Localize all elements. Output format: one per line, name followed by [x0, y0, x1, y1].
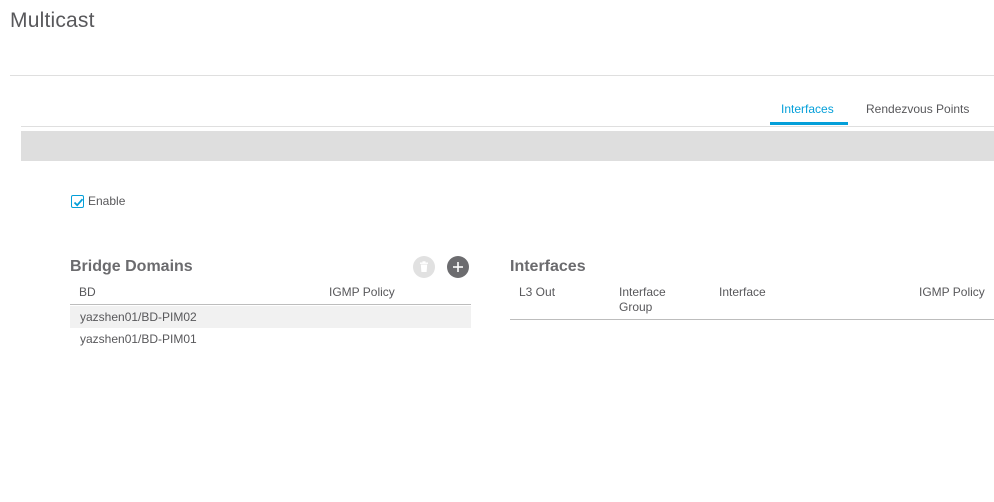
l3-out-column-header[interactable]: L3 Out [519, 285, 555, 300]
bd-cell: yazshen01/BD-PIM02 [80, 310, 197, 324]
page-title: Multicast [10, 9, 95, 32]
delete-bd-button[interactable] [413, 256, 435, 278]
enable-row: Enable [71, 194, 125, 208]
checkmark-icon [73, 198, 84, 207]
bridge-domains-title: Bridge Domains [70, 258, 193, 275]
bd-cell: yazshen01/BD-PIM01 [80, 332, 197, 346]
tab-rendezvous-points[interactable]: Rendezvous Points [866, 102, 969, 116]
if-igmp-policy-column-header[interactable]: IGMP Policy [919, 285, 985, 300]
interface-column-header[interactable]: Interface [719, 285, 766, 300]
if-table-header-divider [510, 319, 994, 320]
interfaces-title: Interfaces [510, 258, 586, 275]
bd-column-header[interactable]: BD [79, 285, 96, 300]
table-row[interactable]: yazshen01/BD-PIM02 [70, 306, 471, 328]
bd-table-header-divider [70, 304, 471, 305]
enable-checkbox[interactable] [71, 194, 84, 208]
title-divider [10, 75, 994, 76]
tab-interfaces[interactable]: Interfaces [781, 102, 834, 116]
interface-group-column-header[interactable]: Interface Group [619, 285, 666, 315]
bd-igmp-policy-column-header[interactable]: IGMP Policy [329, 285, 395, 300]
tabs-divider [21, 126, 994, 127]
toolbar-band [21, 131, 994, 161]
plus-icon [453, 262, 463, 272]
tab-bar: Interfaces Rendezvous Points [0, 95, 994, 127]
table-row[interactable]: yazshen01/BD-PIM01 [70, 328, 471, 350]
enable-label: Enable [88, 194, 126, 208]
trash-icon [420, 261, 428, 272]
add-bd-button[interactable] [447, 256, 469, 278]
active-tab-indicator [770, 122, 848, 125]
